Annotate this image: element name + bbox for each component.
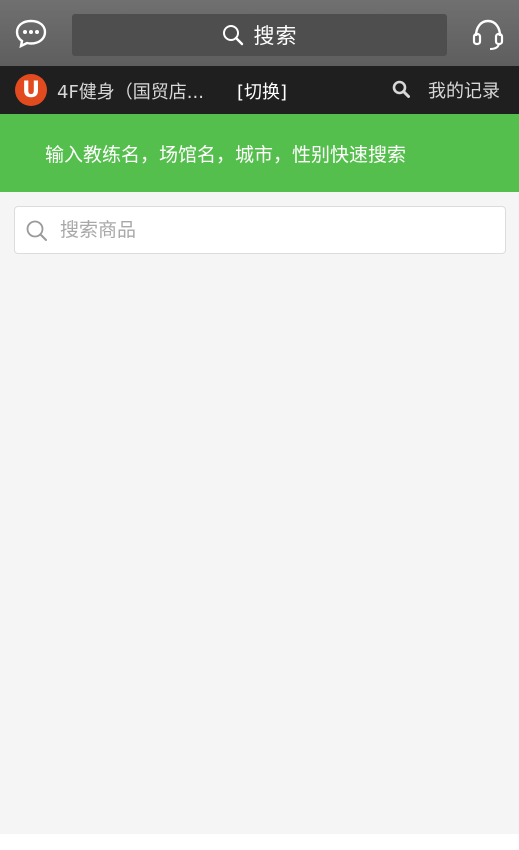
brand-logo: U bbox=[15, 74, 47, 106]
bottom-strip bbox=[0, 834, 519, 850]
store-bar: U 4F健身（国贸店... [切换] 我的记录 bbox=[0, 66, 519, 114]
top-search-button[interactable]: 搜索 bbox=[72, 14, 447, 56]
product-search-input[interactable] bbox=[60, 215, 490, 245]
search-icon bbox=[222, 25, 243, 46]
results-area bbox=[0, 262, 519, 834]
search-icon bbox=[26, 220, 47, 241]
product-search-field[interactable] bbox=[14, 206, 506, 254]
my-records-link[interactable]: 我的记录 bbox=[428, 77, 500, 103]
chat-icon[interactable] bbox=[14, 18, 48, 49]
search-hint-banner: 输入教练名，场馆名，城市，性别快速搜索 bbox=[0, 114, 519, 192]
store-name: 4F健身（国贸店... bbox=[57, 82, 204, 103]
top-navigation-bar: 搜索 bbox=[0, 0, 519, 66]
brand-logo-letter: U bbox=[22, 77, 40, 103]
top-search-label: 搜索 bbox=[253, 24, 298, 48]
switch-store-button[interactable]: [切换] bbox=[237, 78, 287, 104]
headset-icon[interactable] bbox=[471, 17, 505, 51]
search-icon[interactable] bbox=[392, 80, 410, 98]
search-hint-text: 输入教练名，场馆名，城市，性别快速搜索 bbox=[45, 144, 407, 166]
